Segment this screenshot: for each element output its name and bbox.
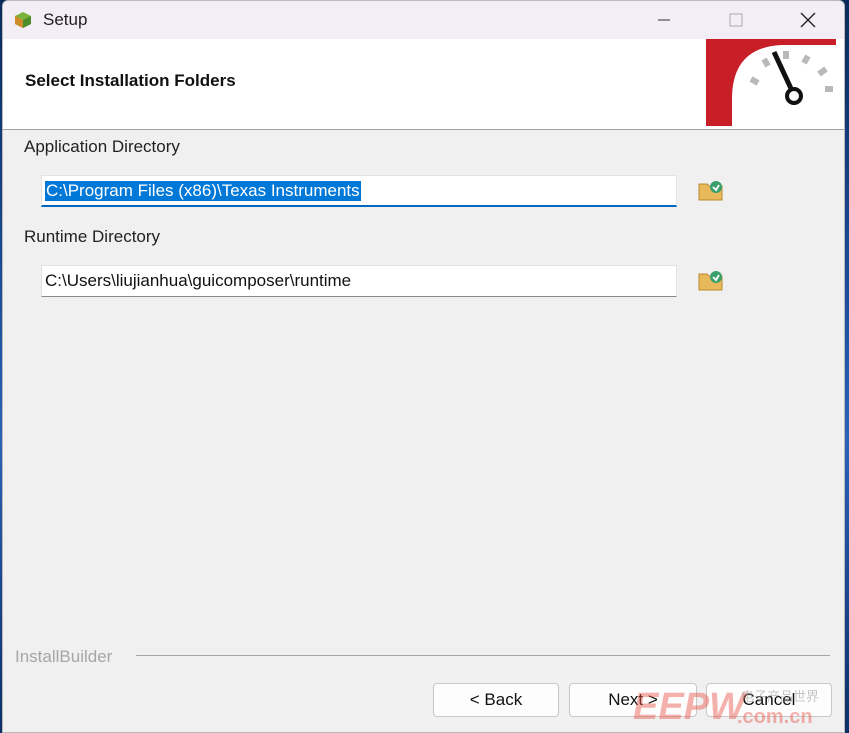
installbuilder-brand: InstallBuilder: [15, 647, 113, 666]
minimize-button[interactable]: [628, 1, 700, 39]
application-directory-field[interactable]: C:\Program Files (x86)\Texas Instruments: [41, 175, 677, 207]
runtime-directory-field[interactable]: C:\Users\liujianhua\guicomposer\runtime: [41, 265, 677, 297]
minimize-icon: [658, 19, 670, 21]
maximize-button[interactable]: [700, 1, 772, 39]
runtime-directory-value: C:\Users\liujianhua\guicomposer\runtime: [45, 271, 352, 290]
footer-divider: [136, 655, 830, 656]
title-bar: Setup: [3, 1, 844, 39]
next-button[interactable]: Next >: [569, 683, 697, 717]
page-title: Select Installation Folders: [25, 71, 236, 90]
close-button[interactable]: [772, 1, 844, 39]
window-title: Setup: [43, 10, 88, 29]
back-button[interactable]: < Back: [433, 683, 559, 717]
setup-window: Setup Select Installation Folders Applic…: [2, 0, 845, 733]
app-icon: [13, 10, 33, 30]
speedometer-icon: [706, 39, 836, 126]
cancel-button[interactable]: Cancel: [706, 683, 832, 717]
maximize-icon: [729, 13, 743, 27]
application-directory-browse-button[interactable]: [698, 177, 724, 203]
application-directory-label: Application Directory: [24, 137, 180, 156]
close-icon: [800, 12, 816, 28]
folder-browse-icon: [698, 181, 723, 201]
application-directory-value: C:\Program Files (x86)\Texas Instruments: [45, 180, 361, 201]
runtime-directory-browse-button[interactable]: [698, 267, 724, 293]
folder-browse-icon: [698, 271, 723, 291]
runtime-directory-label: Runtime Directory: [24, 227, 161, 246]
wizard-header: Select Installation Folders: [3, 39, 844, 130]
